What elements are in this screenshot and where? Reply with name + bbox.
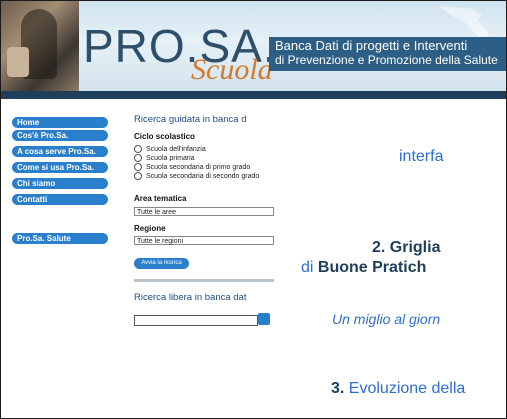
radio-option-secondo-grado[interactable]: Scuola secondaria di secondo grado — [134, 172, 259, 180]
nav-prosa-salute[interactable]: Pro.Sa. Salute — [12, 233, 108, 244]
section-divider — [134, 279, 274, 282]
nav-a-cosa-serve[interactable]: A cosa serve Pro.Sa. — [12, 146, 108, 157]
promo-di: di — [301, 259, 318, 276]
promo-num-3: 3. — [331, 380, 345, 397]
logo-subtext: Scuola — [191, 53, 273, 86]
radio-option-infanzia[interactable]: Scuola dell'infanzia — [134, 145, 206, 153]
banner-line2: di Prevenzione e Promozione della Salute — [275, 53, 498, 67]
promo-line-evoluzione: 3. Evoluzione della — [331, 380, 465, 398]
banner-line1: Banca Dati di progetti e Interventi — [275, 38, 468, 53]
nav-contatti[interactable]: Contatti — [12, 194, 108, 205]
header-photo — [1, 1, 79, 91]
header-banner: Banca Dati di progetti e Interventi di P… — [269, 37, 506, 71]
promo-line-buone-pratiche: di Buone Pratich — [301, 259, 426, 277]
start-search-button[interactable]: Avvia la ricerca — [134, 258, 189, 269]
free-search-heading: Ricerca libera in banca dat — [134, 292, 247, 303]
area-select[interactable]: Tutte le aree — [134, 207, 274, 216]
radio-label: Scuola secondaria di secondo grado — [146, 172, 260, 180]
ciclo-label: Ciclo scolastico — [134, 132, 195, 141]
radio-option-primo-grado[interactable]: Scuola secondaria di primo grado — [134, 163, 250, 171]
regione-select[interactable]: Tutte le regioni — [134, 236, 274, 245]
nav-come-si-usa[interactable]: Come si usa Pro.Sa. — [12, 162, 108, 173]
radio-icon[interactable] — [134, 172, 142, 180]
free-search-input[interactable] — [134, 315, 258, 326]
radio-label: Scuola secondaria di primo grado — [146, 163, 251, 171]
promo-evoluzione: Evoluzione della — [344, 380, 466, 397]
promo-buone-pratiche: Buone Pratich — [317, 259, 427, 276]
promo-line-interfaccia: interfa — [399, 148, 444, 165]
radio-icon[interactable] — [134, 145, 142, 153]
nav-chi-siamo[interactable]: Chi siamo — [12, 178, 108, 189]
promo-line-miglio: Un miglio al giorn — [332, 311, 441, 327]
radio-icon[interactable] — [134, 154, 142, 162]
radio-label: Scuola primaria — [146, 154, 195, 162]
radio-icon[interactable] — [134, 163, 142, 171]
nav-home[interactable]: Home — [12, 117, 108, 128]
free-search-button[interactable] — [258, 313, 270, 325]
site-header: PRO.SA. Scuola Banca Dati di progetti e … — [1, 1, 506, 91]
nav-cos-e[interactable]: Cos'è Pro.Sa. — [12, 130, 108, 141]
page-frame: PRO.SA. Scuola Banca Dati di progetti e … — [0, 0, 507, 419]
guided-search-title: Ricerca guidata in banca d — [134, 114, 274, 125]
guided-search-heading: Ricerca guidata in banca d — [134, 114, 247, 125]
area-label: Area tematica — [134, 194, 187, 203]
school-bag — [7, 47, 29, 77]
header-divider-bar — [1, 91, 506, 99]
regione-label: Regione — [134, 224, 166, 233]
radio-option-primaria[interactable]: Scuola primaria — [134, 154, 195, 162]
radio-label: Scuola dell'infanzia — [146, 145, 206, 153]
italy-map-icon — [439, 6, 490, 40]
promo-line-griglia: 2. Griglia — [372, 239, 441, 256]
sidebar: Home Cos'è Pro.Sa. A cosa serve Pro.Sa. … — [1, 99, 123, 418]
